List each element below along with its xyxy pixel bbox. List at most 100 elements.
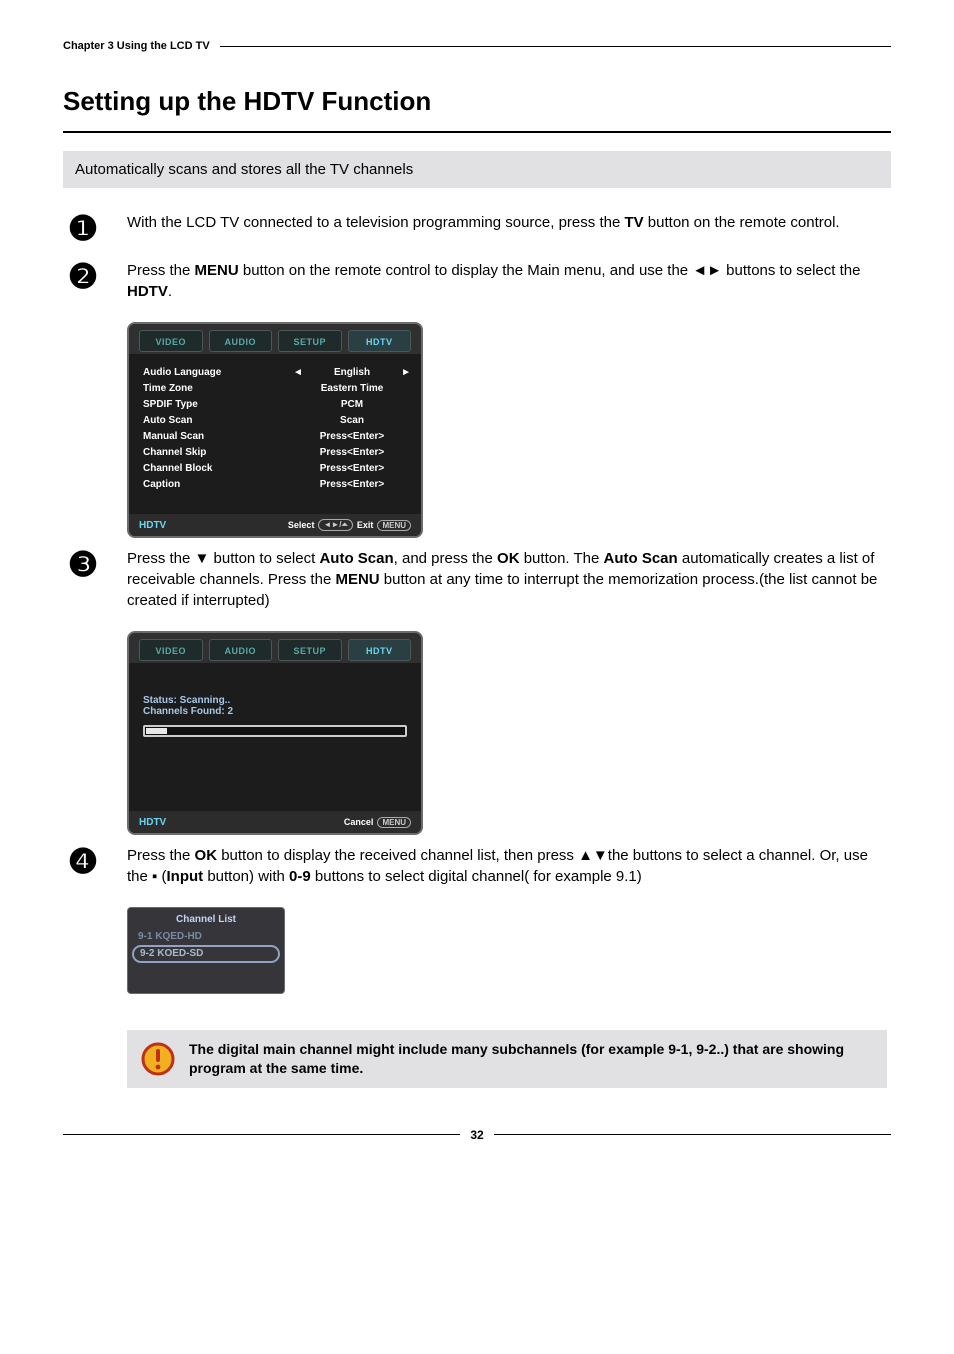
osd-1-row-2-label: SPDIF Type [143,399,297,410]
step-4: ❹ Press the OK button to display the rec… [63,845,891,893]
osd-1-row-6: Channel BlockPress<Enter> [143,460,407,476]
step-4-g: buttons to select digital channel( for e… [311,868,642,885]
footer-rule-left [63,1134,460,1135]
intro-box: Automatically scans and stores all the T… [63,151,891,188]
osd-1-tab-video: VIDEO [139,330,203,352]
note-box: The digital main channel might include m… [127,1030,887,1088]
osd-1-tabs: VIDEO AUDIO SETUP HDTV [129,324,421,354]
osd-2: VIDEO AUDIO SETUP HDTV Status: Scanning.… [127,631,423,835]
header-rule [220,46,891,47]
osd-1-row-0-value: ◄ English ► [297,367,407,378]
step-2-text-c: button on the remote control to display … [239,262,861,279]
osd-1-row-0: Audio Language ◄ English ► [143,364,407,380]
channel-list-wrapper: Channel List 9-1 KQED-HD 9-2 KOED-SD [127,907,891,994]
chapter-label: Chapter 3 Using the LCD TV [63,40,210,52]
osd-1-row-7-value: Press<Enter> [297,479,407,490]
step-2-bullet: ❷ [63,260,103,294]
osd-1-row-3-value: Scan [297,415,407,426]
steps: ❶ With the LCD TV connected to a televis… [63,212,891,994]
step-4-d: Input [167,868,204,885]
osd-1-row-3: Auto ScanScan [143,412,407,428]
osd-2-tabs: VIDEO AUDIO SETUP HDTV [129,633,421,663]
channel-list-box: Channel List 9-1 KQED-HD 9-2 KOED-SD [127,907,285,994]
step-4-a: Press the [127,847,195,864]
step-4-bullet: ❹ [63,845,103,879]
page-footer: 32 [63,1128,891,1142]
osd-1-row-4-value: Press<Enter> [297,431,407,442]
channel-list-title: Channel List [128,914,284,925]
osd-1-row-1-value: Eastern Time [297,383,407,394]
osd-1-row-5-value: Press<Enter> [297,447,407,458]
osd-1-tab-audio: AUDIO [209,330,273,352]
step-3-c: , and press the [394,550,497,567]
step-1-bold: TV [624,214,643,231]
osd-1-tab-hdtv: HDTV [348,330,412,352]
osd-1-footer-hint: Select ◄►/⏶ Exit MENU [288,519,411,531]
osd-1-content: Audio Language ◄ English ► Time ZoneEast… [129,354,421,514]
step-4-body: Press the OK button to display the recei… [127,845,891,893]
osd-1-row-5: Channel SkipPress<Enter> [143,444,407,460]
warning-icon [141,1042,175,1076]
osd-1-row-7-label: Caption [143,479,297,490]
osd-1-footer-corner: HDTV [139,520,166,531]
step-3-bullet: ❸ [63,548,103,582]
osd-2-wrapper: VIDEO AUDIO SETUP HDTV Status: Scanning.… [127,631,891,835]
osd-2-tab-audio: AUDIO [209,639,273,661]
step-2-bold-1: MENU [195,262,239,279]
osd-1-hint-select: Select [288,520,315,530]
step-3-h: MENU [335,571,379,588]
channel-list-item-1: 9-2 KOED-SD [132,945,280,963]
osd-2-found: Channels Found: 2 [143,706,407,717]
osd-1-wrapper: VIDEO AUDIO SETUP HDTV Audio Language ◄ … [127,322,891,538]
step-2-text-e: . [168,283,172,300]
arrow-left-icon: ◄ [293,367,303,378]
progress-bar [143,725,407,737]
osd-2-status: Status: Scanning.. [143,695,407,706]
step-1-text-a: With the LCD TV connected to a televisio… [127,214,624,231]
step-4-b: OK [195,847,218,864]
osd-1-row-2: SPDIF TypePCM [143,396,407,412]
osd-1-tab-setup: SETUP [278,330,342,352]
step-1: ❶ With the LCD TV connected to a televis… [63,212,891,246]
step-2: ❷ Press the MENU button on the remote co… [63,260,891,308]
page-title: Setting up the HDTV Function [63,86,891,117]
step-3-a: Press the ▼ button to select [127,550,319,567]
osd-2-footer-hint: Cancel MENU [344,817,411,828]
step-3-f: Auto Scan [604,550,678,567]
step-4-f: 0-9 [289,868,311,885]
step-4-e: button) with [203,868,289,885]
osd-1-row-2-value: PCM [297,399,407,410]
step-1-bullet: ❶ [63,212,103,246]
osd-1-row-0-value-text: English [334,367,370,378]
page-number: 32 [470,1128,483,1142]
channel-list-item-0: 9-1 KQED-HD [128,929,284,945]
osd-2-hint-cancel: Cancel [344,817,374,827]
step-3: ❸ Press the ▼ button to select Auto Scan… [63,548,891,617]
osd-2-footer: HDTV Cancel MENU [129,811,421,833]
page-root: Chapter 3 Using the LCD TV Setting up th… [63,40,891,1142]
osd-2-hint-btn: MENU [377,817,411,828]
step-1-body: With the LCD TV connected to a televisio… [127,212,891,239]
step-3-e: button. The [520,550,604,567]
osd-1-row-4-label: Manual Scan [143,431,297,442]
footer-rule-right [494,1134,891,1135]
step-3-b: Auto Scan [319,550,393,567]
osd-1-row-7: CaptionPress<Enter> [143,476,407,492]
osd-2-footer-corner: HDTV [139,817,166,828]
osd-1-hint-btn2: MENU [377,520,411,531]
osd-1-footer: HDTV Select ◄►/⏶ Exit MENU [129,514,421,536]
step-1-text-c: button on the remote control. [644,214,840,231]
step-2-bold-2: HDTV [127,283,168,300]
osd-1: VIDEO AUDIO SETUP HDTV Audio Language ◄ … [127,322,423,538]
step-3-d: OK [497,550,520,567]
arrow-right-icon: ► [401,367,411,378]
progress-fill [146,728,167,734]
osd-2-tab-setup: SETUP [278,639,342,661]
title-divider [63,131,891,133]
osd-1-hint-btn1: ◄►/⏶ [318,519,352,531]
osd-1-row-1-label: Time Zone [143,383,297,394]
osd-2-tab-video: VIDEO [139,639,203,661]
step-2-body: Press the MENU button on the remote cont… [127,260,891,308]
osd-1-row-6-label: Channel Block [143,463,297,474]
note-text: The digital main channel might include m… [189,1040,873,1078]
